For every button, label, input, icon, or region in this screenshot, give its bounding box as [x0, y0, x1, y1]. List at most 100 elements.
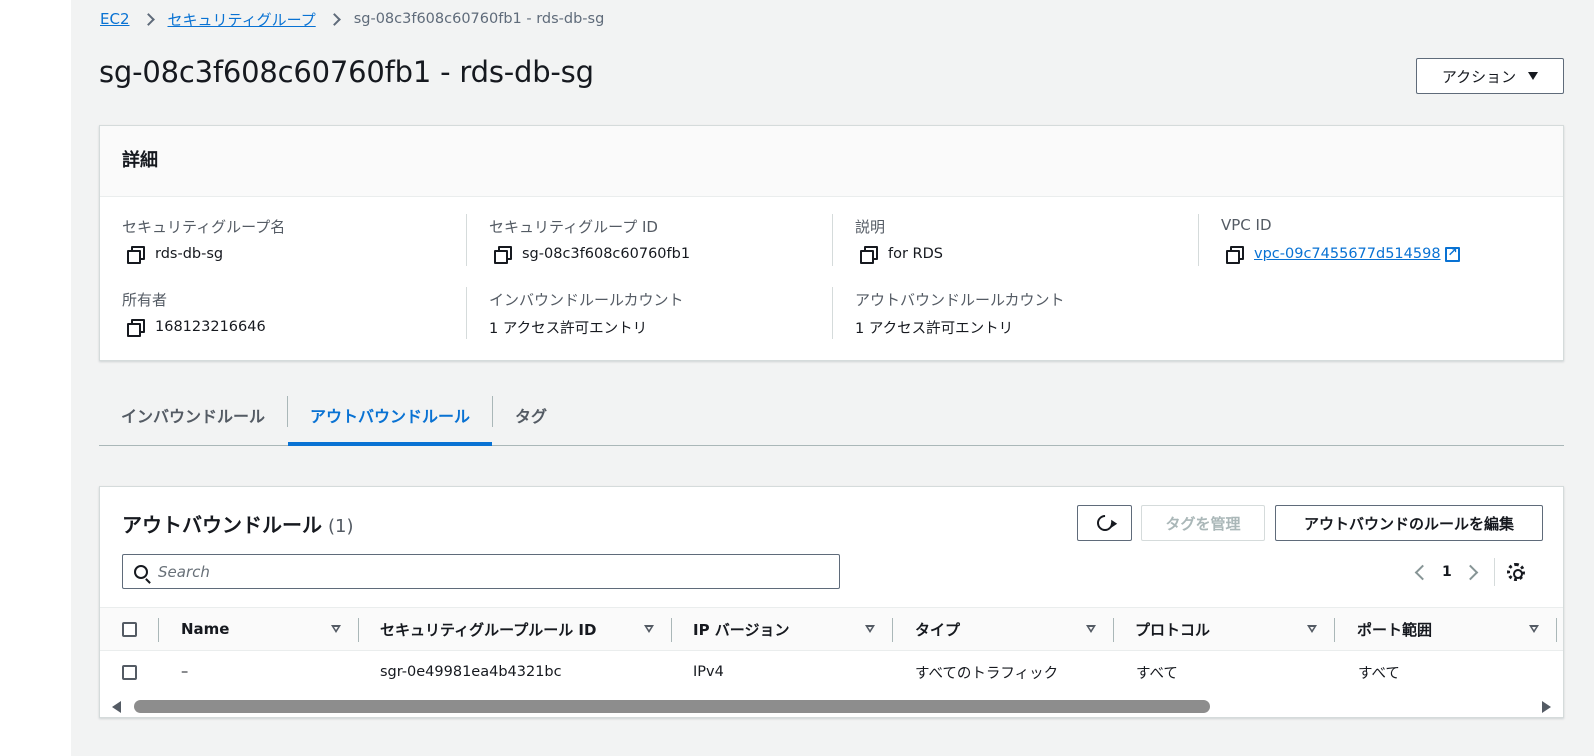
row-checkbox[interactable]: [122, 664, 137, 680]
cell-rule-id: sgr-0e49981ea4b4321bc: [380, 664, 562, 680]
breadcrumb-link-security-groups[interactable]: セキュリティグループ: [168, 9, 316, 30]
column-header-ip-version[interactable]: IP バージョン: [693, 608, 790, 650]
detail-value: sg-08c3f608c60760fb1: [522, 246, 691, 262]
column-divider: [671, 618, 672, 642]
breadcrumb-current: sg-08c3f608c60760fb1 - rds-db-sg: [353, 11, 605, 27]
rules-table: Name セキュリティグループルール ID IP バージョン タイプ プロトコル…: [100, 607, 1563, 693]
chevron-right-icon: [328, 8, 342, 30]
caret-down-icon: [1528, 72, 1539, 80]
column-divider: [358, 618, 359, 642]
detail-label: アウトバウンドルールカウント: [855, 291, 1065, 309]
tab-tags[interactable]: タグ: [493, 384, 569, 445]
left-navigation-strip: [0, 0, 71, 756]
copy-icon[interactable]: [127, 319, 145, 337]
select-all-checkbox[interactable]: [122, 621, 137, 637]
divider: [1198, 214, 1199, 266]
search-field: [122, 554, 840, 589]
select-all-cell: [122, 608, 137, 650]
scrollbar-thumb[interactable]: [134, 700, 1210, 713]
main-content: EC2 セキュリティグループ sg-08c3f608c60760fb1 - rd…: [71, 0, 1594, 756]
column-header-protocol[interactable]: プロトコル: [1135, 608, 1210, 650]
refresh-button[interactable]: [1077, 505, 1132, 541]
page-title: sg-08c3f608c60760fb1 - rds-db-sg: [99, 55, 594, 89]
details-header: 詳細: [100, 126, 1563, 197]
detail-owner: 所有者 168123216646: [122, 289, 462, 337]
column-header-type[interactable]: タイプ: [915, 608, 960, 650]
cell-type: すべてのトラフィック: [915, 665, 1059, 682]
detail-label: VPC ID: [1221, 216, 1272, 234]
detail-value: 1 アクセス許可エントリ: [489, 320, 648, 337]
detail-value: 168123216646: [155, 319, 266, 335]
rules-title: アウトバウンドルール (1): [122, 509, 354, 538]
copy-icon[interactable]: [127, 246, 145, 264]
pagination: 1: [1410, 557, 1525, 587]
sort-icon[interactable]: [644, 625, 654, 633]
copy-icon[interactable]: [860, 246, 878, 264]
detail-value: rds-db-sg: [155, 246, 224, 262]
actions-dropdown-button[interactable]: アクション: [1416, 58, 1564, 94]
detail-value: for RDS: [888, 246, 943, 262]
column-divider: [1556, 618, 1557, 642]
rules-title-text: アウトバウンドルール: [122, 513, 322, 537]
detail-vpc-id: VPC ID vpc-09c7455677d514598: [1221, 216, 1561, 264]
table-header-row: Name セキュリティグループルール ID IP バージョン タイプ プロトコル…: [100, 607, 1563, 651]
actions-label: アクション: [1441, 67, 1517, 86]
divider: [466, 214, 467, 266]
manage-tags-button[interactable]: タグを管理: [1141, 505, 1265, 541]
detail-description: 説明 for RDS: [855, 216, 1195, 264]
chevron-right-icon: [142, 8, 156, 30]
search-input[interactable]: [158, 562, 838, 581]
details-panel: 詳細 セキュリティグループ名 rds-db-sg セキュリティグループ ID s…: [99, 125, 1564, 361]
sort-icon[interactable]: [1529, 625, 1539, 633]
tab-outbound-rules[interactable]: アウトバウンドルール: [288, 384, 493, 446]
search-icon: [134, 564, 148, 579]
table-row[interactable]: – sgr-0e49981ea4b4321bc IPv4 すべてのトラフィック …: [100, 651, 1563, 693]
page-number[interactable]: 1: [1442, 564, 1452, 580]
cell-port-range: すべて: [1358, 665, 1400, 682]
divider: [832, 214, 833, 266]
detail-label: 説明: [855, 218, 886, 236]
detail-label: インバウンドルールカウント: [489, 291, 684, 309]
copy-icon[interactable]: [494, 246, 512, 264]
column-header-port-range[interactable]: ポート範囲: [1357, 608, 1432, 650]
column-header-rule-id[interactable]: セキュリティグループルール ID: [380, 608, 596, 650]
detail-sg-name: セキュリティグループ名 rds-db-sg: [122, 216, 462, 264]
detail-label: セキュリティグループ ID: [489, 218, 658, 236]
settings-gear-icon[interactable]: [1506, 563, 1525, 581]
cell-ip-version: IPv4: [693, 664, 724, 680]
sort-icon[interactable]: [1086, 625, 1096, 633]
outbound-rules-panel: アウトバウンドルール(1) タグを管理 アウトバウンドのルールを編集 1 Na: [99, 486, 1564, 718]
column-divider: [892, 618, 893, 642]
sort-icon[interactable]: [331, 625, 341, 633]
detail-sg-id: セキュリティグループ ID sg-08c3f608c60760fb1: [489, 216, 829, 264]
sort-icon[interactable]: [1307, 625, 1317, 633]
column-header-name[interactable]: Name: [181, 608, 229, 650]
divider: [832, 287, 833, 339]
detail-label: 所有者: [122, 291, 168, 309]
breadcrumb: EC2 セキュリティグループ sg-08c3f608c60760fb1 - rd…: [100, 8, 604, 30]
cell-protocol: すべて: [1136, 665, 1178, 682]
column-divider: [1334, 618, 1335, 642]
external-link-icon: [1444, 245, 1460, 262]
rules-count: (1): [328, 516, 354, 537]
refresh-icon: [1093, 511, 1116, 535]
divider: [466, 287, 467, 339]
breadcrumb-link-ec2[interactable]: EC2: [100, 10, 130, 28]
horizontal-scrollbar[interactable]: [100, 695, 1563, 717]
chevron-right-icon[interactable]: [1462, 561, 1484, 583]
column-divider: [158, 618, 159, 642]
detail-inbound-count: インバウンドルールカウント 1 アクセス許可エントリ: [489, 289, 829, 337]
vpc-id-link[interactable]: vpc-09c7455677d514598: [1254, 246, 1441, 262]
edit-outbound-rules-button[interactable]: アウトバウンドのルールを編集: [1275, 505, 1543, 541]
chevron-left-icon[interactable]: [1410, 561, 1432, 583]
tab-bar: インバウンドルール アウトバウンドルール タグ: [99, 384, 1564, 446]
scroll-left-icon[interactable]: [112, 701, 121, 713]
copy-icon[interactable]: [1226, 246, 1244, 264]
sort-icon[interactable]: [865, 625, 875, 633]
detail-value: 1 アクセス許可エントリ: [855, 320, 1014, 337]
cell-name: –: [181, 664, 189, 680]
column-divider: [1113, 618, 1114, 642]
row-select-cell: [122, 651, 137, 693]
scroll-right-icon[interactable]: [1542, 701, 1551, 713]
tab-inbound-rules[interactable]: インバウンドルール: [99, 384, 287, 445]
